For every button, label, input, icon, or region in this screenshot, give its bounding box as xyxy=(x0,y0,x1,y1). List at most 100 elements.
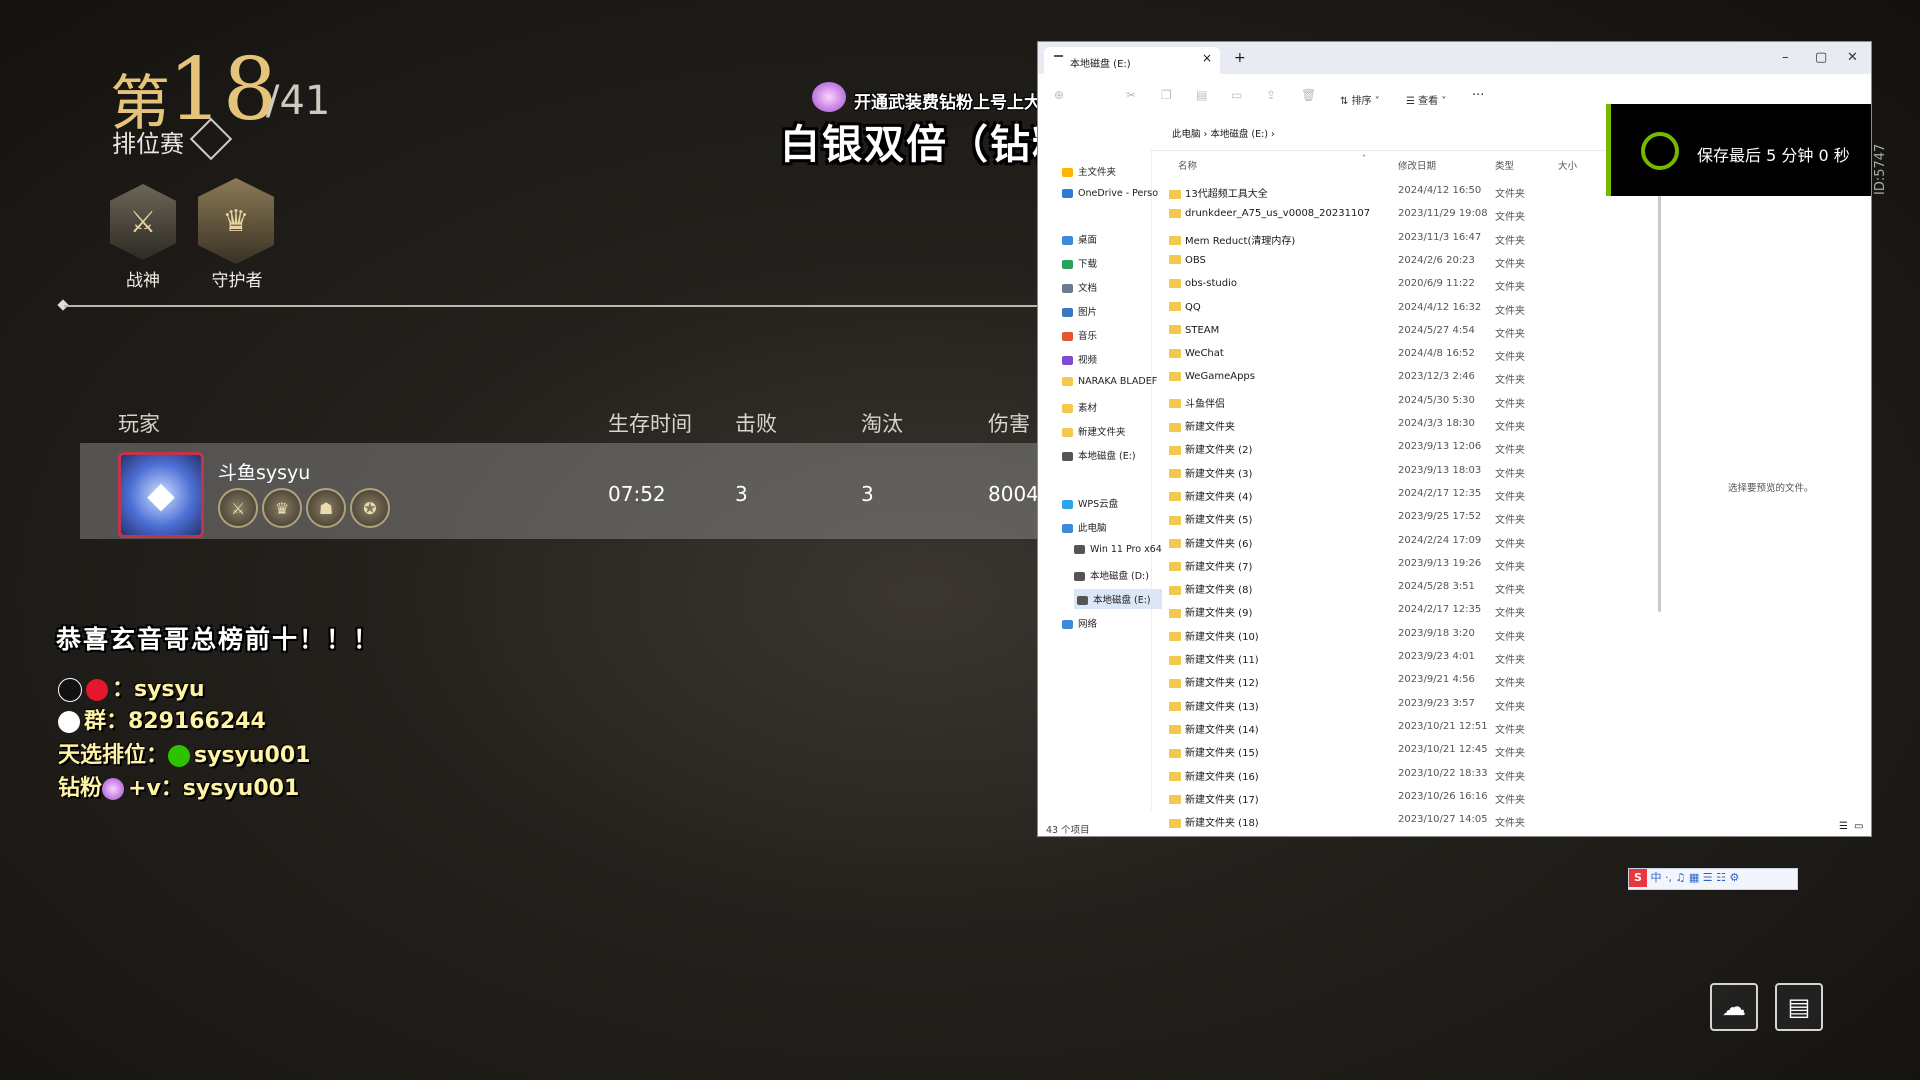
file-name-text: 新建文件夹 (6) xyxy=(1185,538,1253,550)
folder-icon xyxy=(1169,371,1181,381)
file-row[interactable]: Mem Reduct(清理内存) 2023/11/3 16:47 文件夹 xyxy=(1169,226,1689,249)
file-row[interactable]: WeGameApps 2023/12/3 2:46 文件夹 xyxy=(1169,365,1689,388)
replay-icon xyxy=(1641,132,1679,170)
file-name: 新建文件夹 (18) xyxy=(1169,814,1259,829)
ime-toolbar[interactable]: S 中 ·, ♫ ▦ ☰ ☷ ⚙ xyxy=(1628,868,1798,890)
file-row[interactable]: obs-studio 2020/6/9 11:22 文件夹 xyxy=(1169,272,1689,295)
sogou-icon[interactable]: S xyxy=(1629,869,1647,887)
file-row[interactable]: 新建文件夹 (13) 2023/9/23 3:57 文件夹 xyxy=(1169,692,1689,715)
file-row[interactable]: 新建文件夹 (9) 2024/2/17 12:35 文件夹 xyxy=(1169,598,1689,621)
file-row[interactable]: 新建文件夹 (16) 2023/10/22 18:33 文件夹 xyxy=(1169,762,1689,785)
file-type: 文件夹 xyxy=(1495,282,1525,294)
file-row[interactable]: 新建文件夹 (6) 2024/2/24 17:09 文件夹 xyxy=(1169,529,1689,552)
folder-icon xyxy=(1169,399,1181,409)
nav-item[interactable]: NARAKA BLADEF xyxy=(1062,376,1157,387)
nav-item[interactable]: 素材 xyxy=(1062,400,1097,414)
delete-icon[interactable]: 🗑 xyxy=(1301,88,1316,102)
nav-item[interactable]: 桌面 xyxy=(1062,232,1097,246)
file-name: 新建文件夹 (12) xyxy=(1169,674,1259,689)
close-window-icon[interactable]: ✕ xyxy=(1847,50,1858,65)
nav-item-label: 文档 xyxy=(1078,283,1098,294)
nav-item[interactable]: 本地磁盘 (E:) xyxy=(1062,448,1136,462)
file-name: 新建文件夹 (17) xyxy=(1169,791,1259,806)
nav-item[interactable]: 新建文件夹 xyxy=(1062,424,1126,438)
nav-item[interactable]: 图片 xyxy=(1062,304,1097,318)
nav-item-icon xyxy=(1062,236,1073,245)
file-row[interactable]: QQ 2024/4/12 16:32 文件夹 xyxy=(1169,296,1689,319)
close-tab-icon[interactable]: × xyxy=(1202,51,1212,65)
file-type: 文件夹 xyxy=(1495,398,1525,410)
file-row[interactable]: STEAM 2024/5/27 4:54 文件夹 xyxy=(1169,319,1689,342)
file-row[interactable]: 新建文件夹 (18) 2023/10/27 14:05 文件夹 xyxy=(1169,808,1689,831)
file-row[interactable]: 斗鱼伴侣 2024/5/30 5:30 文件夹 xyxy=(1169,389,1689,412)
nav-item-icon xyxy=(1074,545,1085,554)
nav-item[interactable]: 主文件夹 xyxy=(1062,164,1116,178)
file-row[interactable]: 新建文件夹 (17) 2023/10/26 16:16 文件夹 xyxy=(1169,785,1689,808)
file-row[interactable]: 新建文件夹 (12) 2023/9/21 4:56 文件夹 xyxy=(1169,668,1689,691)
tab-local-disk-e[interactable]: 本地磁盘 (E:) × xyxy=(1044,47,1220,74)
badge-label: 战神 xyxy=(126,271,160,291)
file-row[interactable]: drunkdeer_A75_us_v0008_20231107 2023/11/2… xyxy=(1169,202,1689,225)
nav-item[interactable]: 此电脑 xyxy=(1062,520,1107,534)
file-row[interactable]: 新建文件夹 (11) 2023/9/23 4:01 文件夹 xyxy=(1169,645,1689,668)
nav-item[interactable]: OneDrive - Perso xyxy=(1062,188,1158,199)
nav-item-icon xyxy=(1062,332,1073,341)
file-row[interactable]: 新建文件夹 (10) 2023/9/18 3:20 文件夹 xyxy=(1169,622,1689,645)
file-row[interactable]: WeChat 2024/4/8 16:52 文件夹 xyxy=(1169,342,1689,365)
nav-item[interactable]: 音乐 xyxy=(1062,328,1097,342)
view-button[interactable]: ☰ 查看 ˅ xyxy=(1406,92,1446,107)
nav-item[interactable]: 视频 xyxy=(1062,352,1097,366)
file-row[interactable]: 新建文件夹 (2) 2023/9/13 12:06 文件夹 xyxy=(1169,435,1689,458)
share-icon[interactable]: ⇪ xyxy=(1266,88,1276,102)
new-icon[interactable]: ⊕ xyxy=(1054,88,1064,102)
maximize-icon[interactable]: ▢ xyxy=(1815,50,1827,65)
nav-item[interactable]: WPS云盘 xyxy=(1062,496,1118,510)
nav-item[interactable]: 文档 xyxy=(1062,280,1097,294)
breadcrumb-item[interactable]: 此电脑 xyxy=(1172,129,1201,140)
file-row[interactable]: 新建文件夹 (8) 2024/5/28 3:51 文件夹 xyxy=(1169,575,1689,598)
file-name-text: 新建文件夹 (7) xyxy=(1185,561,1253,573)
more-icon[interactable]: ··· xyxy=(1472,88,1484,103)
nav-item[interactable]: 下载 xyxy=(1062,256,1097,270)
sort-button[interactable]: ⇅ 排序 ˅ xyxy=(1340,92,1380,107)
file-name-text: 新建文件夹 (5) xyxy=(1185,515,1253,527)
copy-icon[interactable]: ❐ xyxy=(1161,88,1172,102)
nav-item[interactable]: 本地磁盘 (D:) xyxy=(1074,568,1149,582)
file-type: 文件夹 xyxy=(1495,794,1525,806)
file-row[interactable]: 新建文件夹 (3) 2023/9/13 18:03 文件夹 xyxy=(1169,459,1689,482)
file-row[interactable]: 新建文件夹 (14) 2023/10/21 12:51 文件夹 xyxy=(1169,715,1689,738)
file-row[interactable]: 新建文件夹 (15) 2023/10/21 12:45 文件夹 xyxy=(1169,738,1689,761)
file-row[interactable]: 新建文件夹 2024/3/3 18:30 文件夹 xyxy=(1169,412,1689,435)
social-label: 钻粉 xyxy=(58,776,103,801)
scrollbar[interactable] xyxy=(1658,192,1661,612)
details-view-icon[interactable]: ☰ xyxy=(1839,821,1848,832)
nav-item[interactable]: Win 11 Pro x64 xyxy=(1074,544,1162,555)
new-tab-button[interactable]: + xyxy=(1234,50,1246,66)
rename-icon[interactable]: ▭ xyxy=(1231,88,1242,102)
file-row[interactable]: 新建文件夹 (4) 2024/2/17 12:35 文件夹 xyxy=(1169,482,1689,505)
file-row[interactable]: 新建文件夹 (5) 2023/9/25 17:52 文件夹 xyxy=(1169,505,1689,528)
file-row[interactable]: 新建文件夹 (7) 2023/9/13 19:26 文件夹 xyxy=(1169,552,1689,575)
folder-button-icon[interactable]: ▤ xyxy=(1775,983,1823,1031)
nav-item[interactable]: 本地磁盘 (E:) xyxy=(1074,589,1162,609)
cloud-upload-icon[interactable]: ☁ xyxy=(1710,983,1758,1031)
file-date: 2024/5/30 5:30 xyxy=(1398,394,1475,406)
nav-item[interactable]: 网络 xyxy=(1062,616,1097,630)
tiles-view-icon[interactable]: ▭ xyxy=(1854,821,1863,832)
minimize-icon[interactable]: – xyxy=(1782,50,1789,65)
file-type: 文件夹 xyxy=(1495,491,1525,503)
file-name-text: 新建文件夹 (4) xyxy=(1185,491,1253,503)
file-row[interactable]: OBS 2024/2/6 20:23 文件夹 xyxy=(1169,249,1689,272)
col-date[interactable]: 修改日期 xyxy=(1398,158,1436,172)
file-type: 文件夹 xyxy=(1495,352,1525,364)
badge-glyph: ♛ xyxy=(222,203,250,239)
file-date: 2023/10/27 14:05 xyxy=(1398,814,1488,826)
col-name[interactable]: 名称 xyxy=(1178,158,1197,172)
col-size[interactable]: 大小 xyxy=(1558,158,1577,172)
cut-icon[interactable]: ✂ xyxy=(1126,88,1136,102)
col-type[interactable]: 类型 xyxy=(1495,158,1514,172)
breadcrumb[interactable]: 此电脑 › 本地磁盘 (E:) › xyxy=(1172,126,1275,140)
breadcrumb-item[interactable]: 本地磁盘 (E:) xyxy=(1210,129,1268,140)
file-name-text: STEAM xyxy=(1185,324,1220,336)
paste-icon[interactable]: ▤ xyxy=(1196,88,1207,102)
